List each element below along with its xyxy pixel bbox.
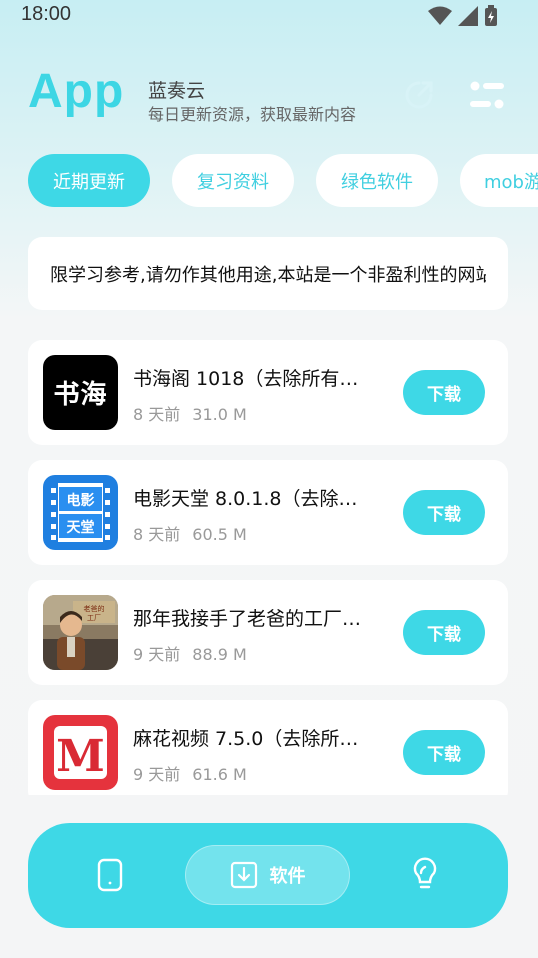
app-age: 9 天前	[133, 645, 181, 664]
app-meta: 8 天前 31.0 M	[133, 401, 247, 425]
app-meta: 8 天前 60.5 M	[133, 521, 247, 545]
wifi-icon	[428, 6, 452, 25]
download-button[interactable]: 下载	[403, 490, 485, 535]
battery-icon	[485, 5, 497, 26]
app-title: 麻花视频 7.5.0（去除所有广告）	[133, 728, 373, 750]
list-item[interactable]: 书海 书海阁 1018（去除所有广告） 8 天前 31.0 M 下载	[28, 340, 508, 445]
app-size: 88.9 M	[192, 645, 247, 664]
app-logo: App	[28, 65, 125, 118]
app-size: 61.6 M	[192, 765, 247, 784]
svg-text:电影: 电影	[67, 492, 95, 509]
notice-banner: 限学习参考,请勿作其他用途,本站是一个非盈利性的网站	[28, 237, 508, 310]
app-list: 书海 书海阁 1018（去除所有广告） 8 天前 31.0 M 下载 电影 天堂 …	[28, 340, 508, 795]
bottom-nav: 软件	[28, 823, 508, 928]
nav-software[interactable]: 软件	[185, 845, 350, 905]
share-button[interactable]	[400, 76, 438, 114]
tab-recent-updates[interactable]: 近期更新	[28, 154, 150, 207]
tab-green-software[interactable]: 绿色软件	[316, 154, 438, 207]
app-title: 电影天堂 8.0.1.8（去除所有广告）	[133, 488, 373, 510]
factory-game-icon: 老爸的 工厂	[43, 595, 118, 670]
app-tagline: 每日更新资源，获取最新内容	[148, 105, 357, 124]
app-name: 蓝奏云	[148, 80, 206, 102]
status-icons	[428, 5, 498, 27]
mahua-video-icon: M	[43, 715, 118, 790]
download-button[interactable]: 下载	[403, 370, 485, 415]
settings-icon	[470, 81, 504, 109]
settings-button[interactable]	[468, 76, 506, 114]
app-size: 31.0 M	[192, 405, 247, 424]
shuhai-icon-text: 书海	[53, 380, 108, 410]
movie-heaven-icon: 电影 天堂	[43, 475, 118, 550]
lightbulb-icon	[413, 857, 437, 889]
nav-tips[interactable]	[405, 855, 445, 895]
shuhai-icon: 书海	[43, 355, 118, 430]
list-item[interactable]: M 麻花视频 7.5.0（去除所有广告） 9 天前 61.6 M 下载	[28, 700, 508, 795]
app-title: 那年我接手了老爸的工厂（破解版）	[133, 608, 373, 630]
download-icon	[230, 861, 257, 889]
app-meta: 9 天前 61.6 M	[133, 761, 247, 785]
svg-text:老爸的: 老爸的	[84, 604, 105, 613]
mahua-icon-letter: M	[56, 731, 105, 782]
nav-software-label: 软件	[269, 866, 306, 887]
category-tabs: 近期更新 复习资料 绿色软件 mob游	[28, 154, 538, 207]
download-button[interactable]: 下载	[403, 610, 485, 655]
svg-text:工厂: 工厂	[87, 614, 101, 622]
list-item[interactable]: 老爸的 工厂 那年我接手了老爸的工厂（破解版） 9 天前 88.9 M 下载	[28, 580, 508, 685]
list-item[interactable]: 电影 天堂 电影天堂 8.0.1.8（去除所有广告） 8 天前 60.5 M 下载	[28, 460, 508, 565]
phone-icon	[97, 858, 123, 892]
app-meta: 9 天前 88.9 M	[133, 641, 247, 665]
download-button[interactable]: 下载	[403, 730, 485, 775]
status-time: 18:00	[21, 3, 72, 25]
app-size: 60.5 M	[192, 525, 247, 544]
nav-phone[interactable]	[90, 855, 130, 895]
tab-mob-games[interactable]: mob游	[460, 154, 538, 207]
app-age: 9 天前	[133, 765, 181, 784]
share-icon	[405, 81, 433, 109]
app-age: 8 天前	[133, 405, 181, 424]
svg-text:天堂: 天堂	[67, 519, 95, 536]
app-age: 8 天前	[133, 525, 181, 544]
notice-text: 限学习参考,请勿作其他用途,本站是一个非盈利性的网站	[50, 264, 486, 286]
tab-study-materials[interactable]: 复习资料	[172, 154, 294, 207]
signal-icon	[458, 6, 478, 26]
status-bar: 18:00	[0, 0, 538, 32]
app-title: 书海阁 1018（去除所有广告）	[133, 368, 373, 390]
